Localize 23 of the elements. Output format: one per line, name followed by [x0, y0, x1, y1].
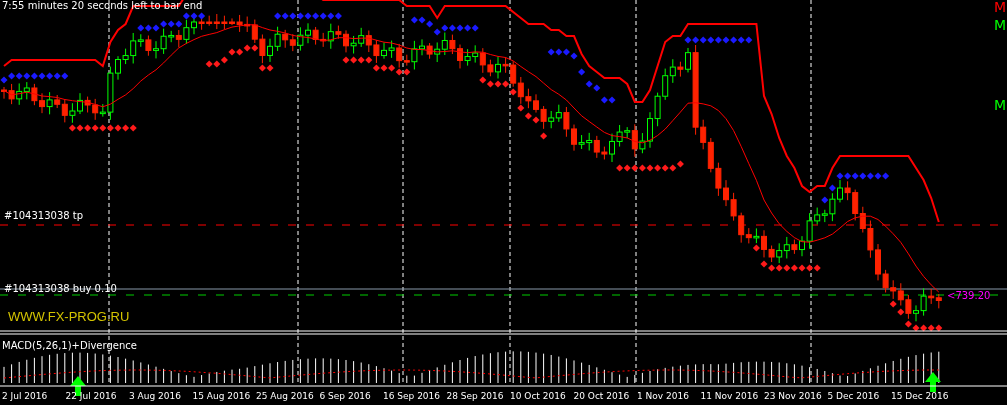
axis-label: 1 Nov 2016 — [637, 391, 689, 401]
price-label: <739.20 — [947, 290, 991, 301]
axis-label: 6 Sep 2016 — [319, 391, 371, 401]
order-label: #104313038 buy 0.10 — [4, 283, 117, 294]
website-label: WWW.FX-PROG.RU — [8, 309, 130, 324]
axis-label: 15 Dec 2016 — [891, 391, 949, 401]
order-label: #104313038 tp — [4, 210, 84, 221]
axis-label: 10 Oct 2016 — [510, 391, 566, 401]
axis-label: 5 Dec 2016 — [827, 391, 880, 401]
axis-label: 16 Sep 2016 — [383, 391, 441, 401]
indicator-title: MACD(5,26,1)+Divergence — [2, 340, 137, 351]
indicator-label: M — [994, 17, 1007, 33]
axis-label: 15 Aug 2016 — [192, 391, 251, 401]
axis-label: 11 Nov 2016 — [700, 391, 759, 401]
indicator-label: M — [994, 97, 1007, 113]
axis-label: 23 Nov 2016 — [764, 391, 822, 401]
axis-label: 25 Aug 2016 — [256, 391, 314, 401]
axis-label: 20 Oct 2016 — [573, 391, 630, 401]
axis-label: 28 Sep 2016 — [446, 391, 504, 401]
indicator-label: M — [994, 0, 1007, 15]
axis-label: 22 Jul 2016 — [65, 391, 117, 401]
axis-label: 2 Jul 2016 — [2, 391, 48, 401]
axis-label: 3 Aug 2016 — [129, 391, 181, 401]
